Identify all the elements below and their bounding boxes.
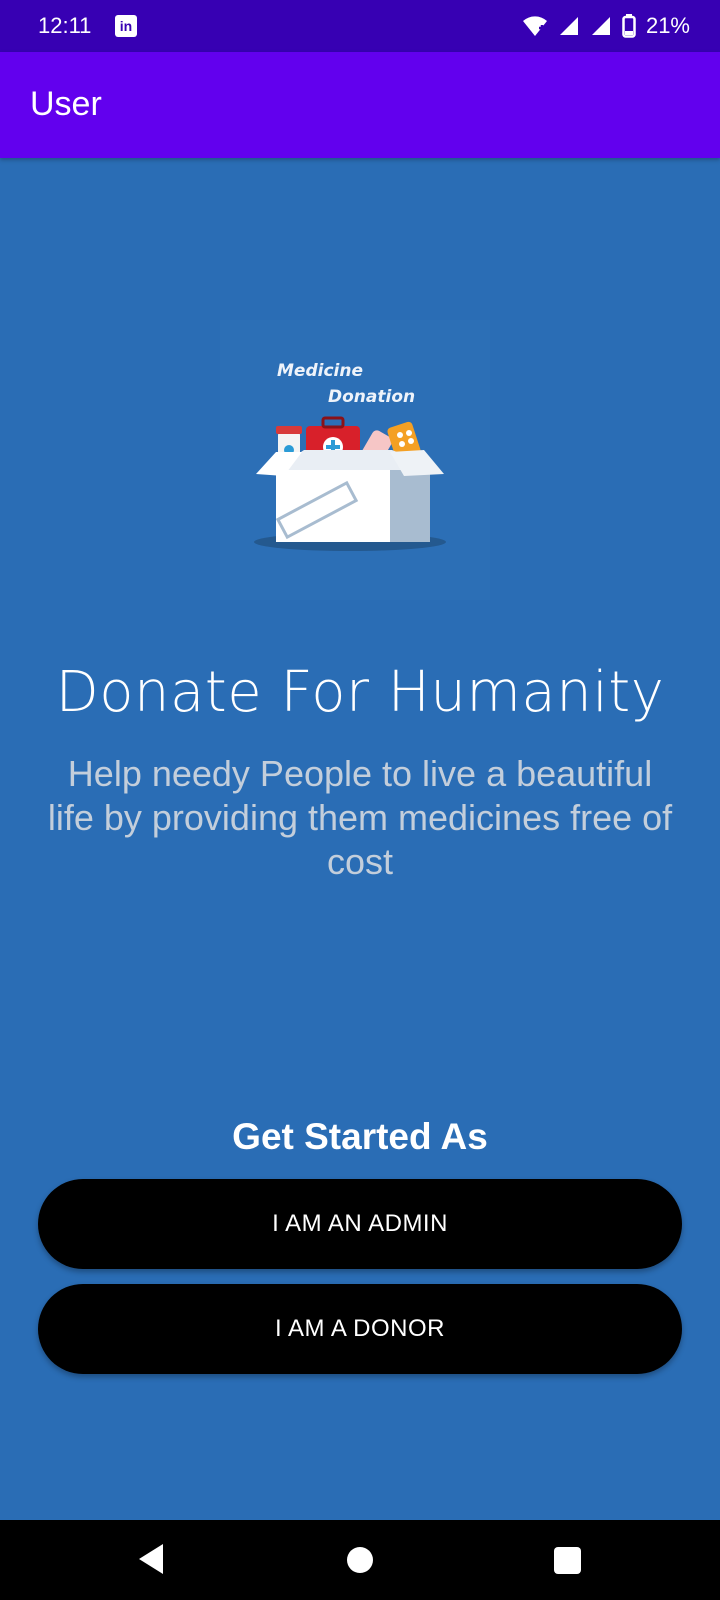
admin-button[interactable]: I AM AN ADMIN	[38, 1179, 682, 1269]
headline: Donate For Humanity	[55, 660, 665, 725]
donor-button[interactable]: I AM A DONOR	[38, 1284, 682, 1374]
app-title: User	[30, 85, 102, 123]
back-icon[interactable]	[137, 1542, 165, 1576]
battery-icon	[622, 14, 636, 38]
get-started-heading: Get Started As	[232, 1116, 488, 1157]
wifi-icon	[522, 16, 547, 36]
medicine-donation-logo: Medicine Donation	[220, 320, 490, 600]
status-icons: 21%	[522, 12, 690, 40]
linkedin-icon: in	[115, 15, 137, 37]
app-bar: User	[0, 52, 720, 158]
status-bar: 12:11 in 21%	[0, 0, 720, 52]
logo-text-donation: Donation	[328, 387, 415, 407]
signal-icon	[559, 17, 578, 35]
recents-icon[interactable]	[554, 1547, 581, 1574]
navigation-bar	[0, 1520, 720, 1600]
signal-icon	[591, 17, 610, 35]
status-time: 12:11	[38, 13, 92, 38]
logo-text-medicine: Medicine	[277, 361, 363, 381]
tagline: Help needy People to live a beautiful li…	[47, 753, 673, 882]
battery-percent: 21%	[645, 13, 690, 38]
home-icon[interactable]	[347, 1547, 373, 1573]
